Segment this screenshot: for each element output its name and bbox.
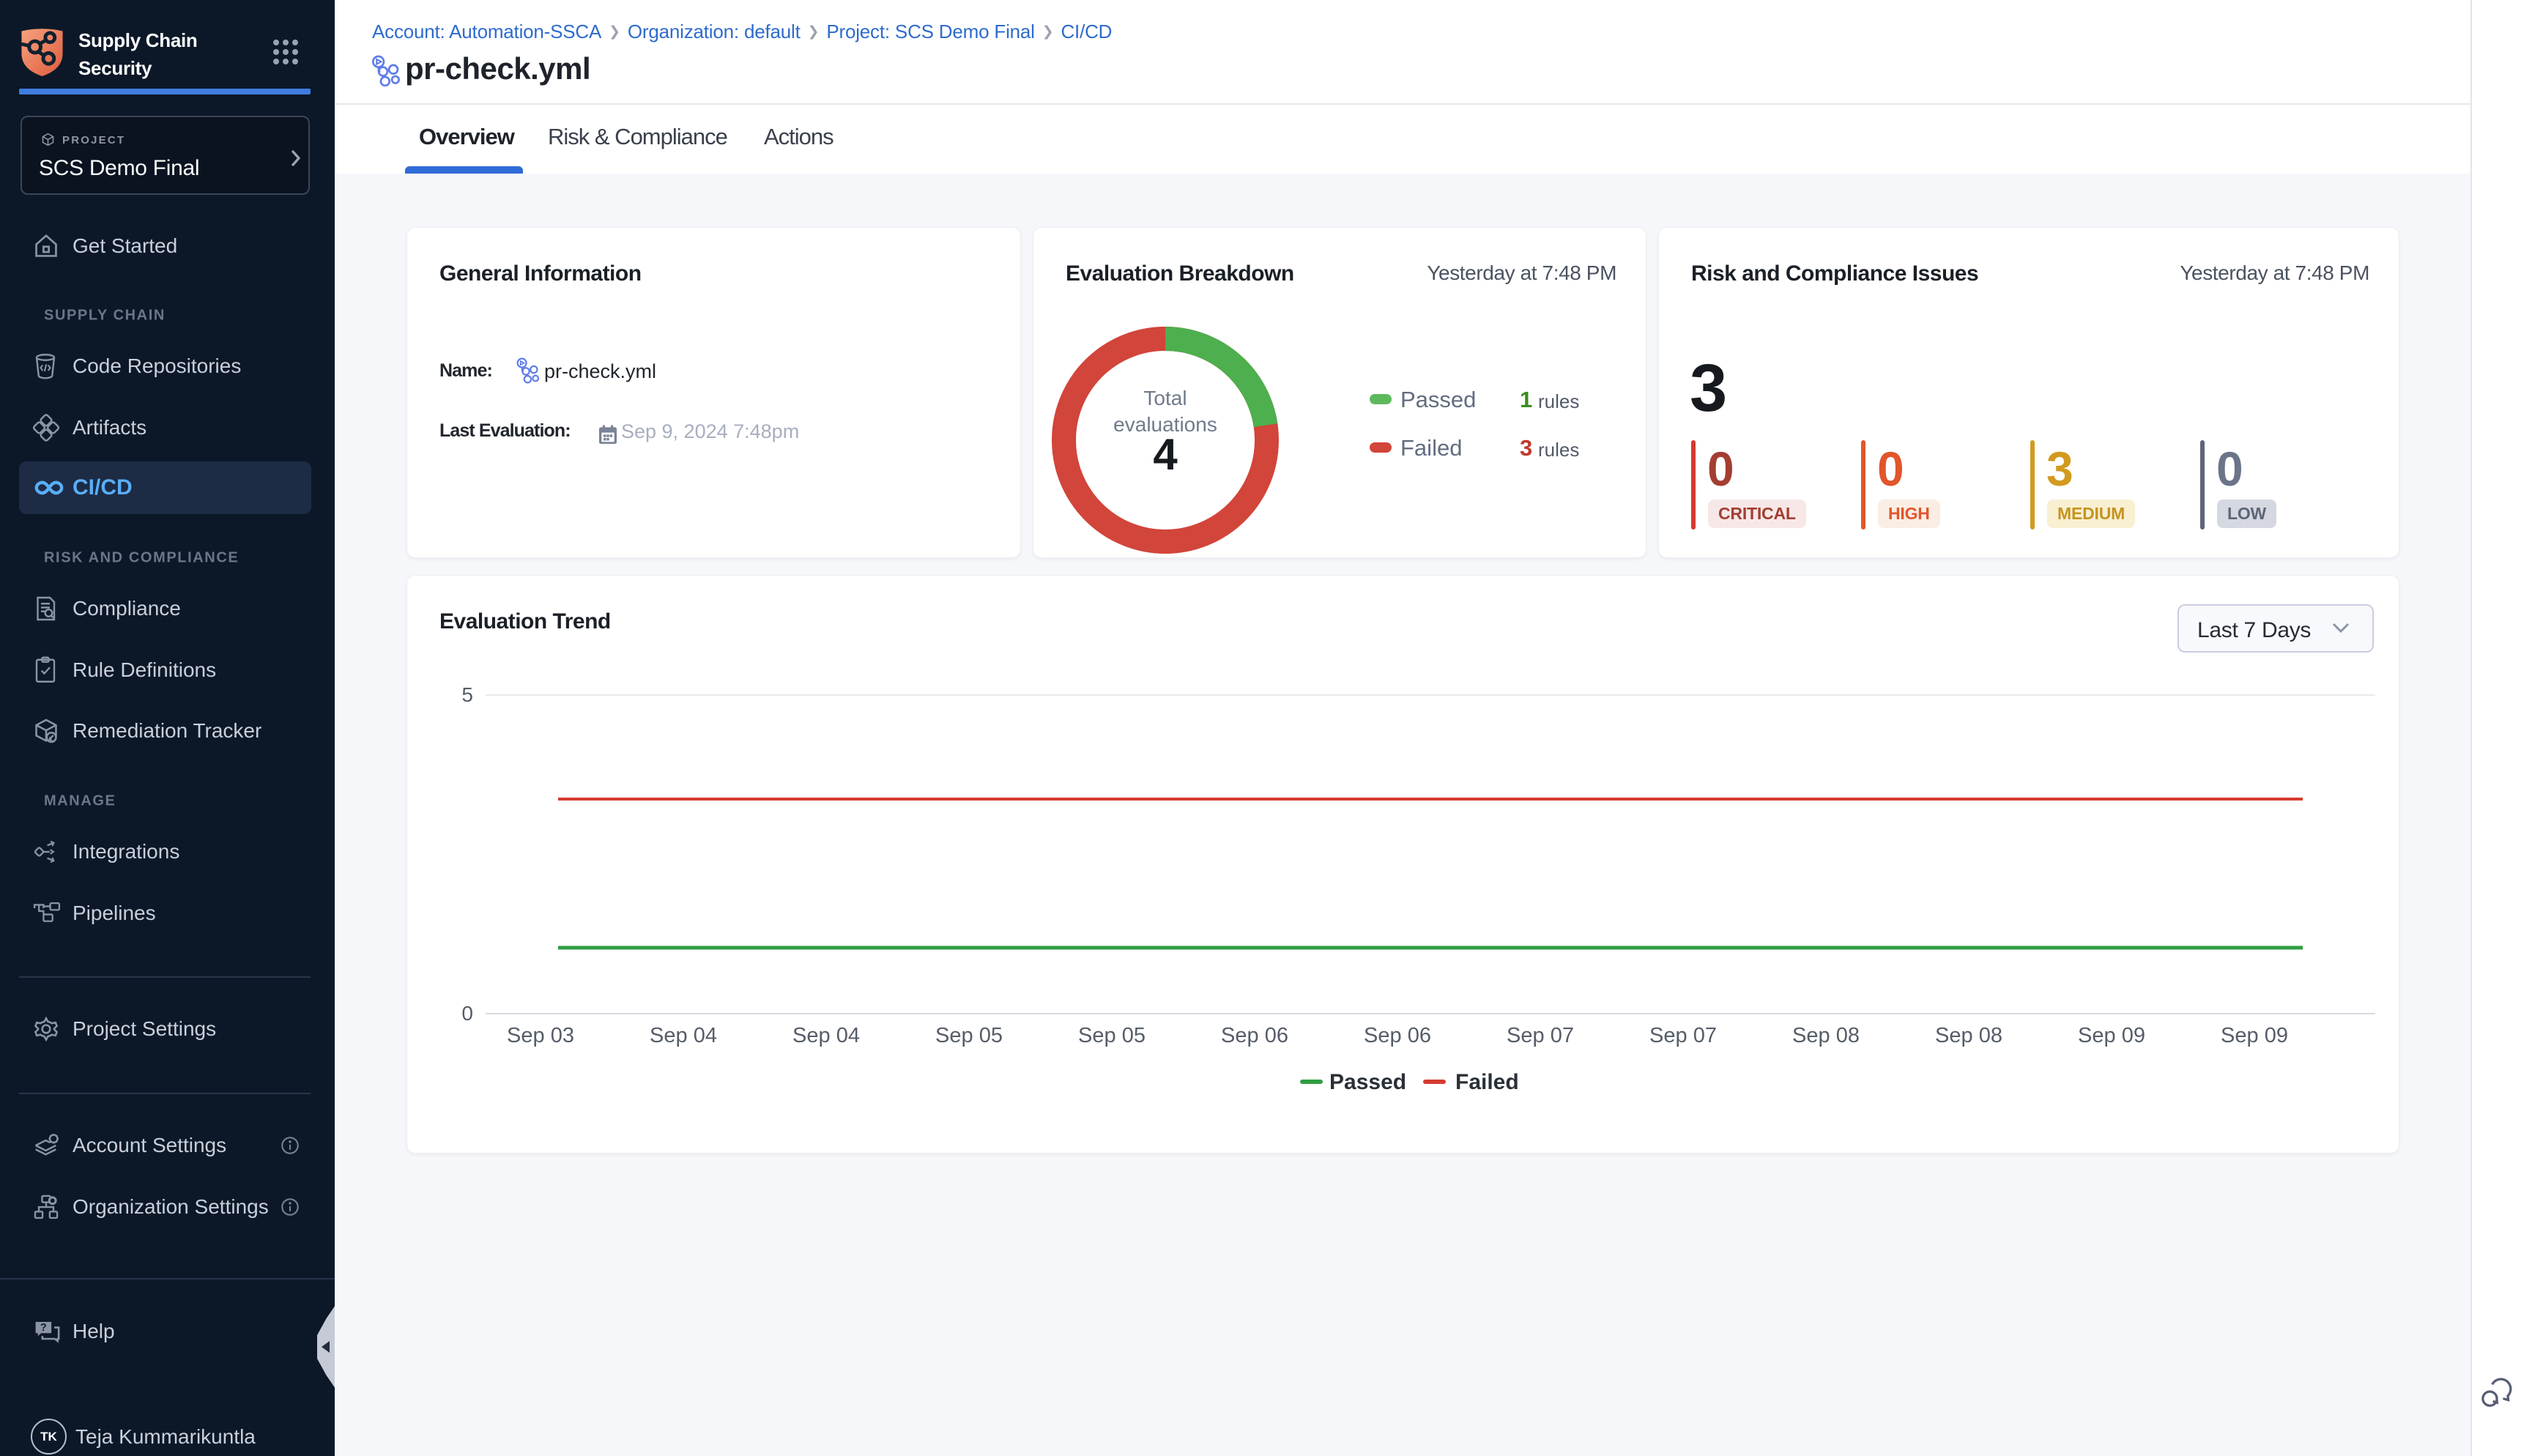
svg-text:Sep 06: Sep 06 bbox=[1364, 1024, 1431, 1047]
svg-text:Sep 09: Sep 09 bbox=[2078, 1024, 2145, 1047]
svg-text:Sep 06: Sep 06 bbox=[1221, 1024, 1288, 1047]
svg-text:5: 5 bbox=[461, 683, 473, 706]
svg-text:Sep 08: Sep 08 bbox=[1792, 1024, 1860, 1047]
svg-text:Passed: Passed bbox=[1329, 1070, 1406, 1094]
svg-text:Sep 08: Sep 08 bbox=[1935, 1024, 2002, 1047]
svg-text:Failed: Failed bbox=[1455, 1070, 1519, 1094]
svg-text:Sep 04: Sep 04 bbox=[792, 1024, 860, 1047]
svg-text:Sep 05: Sep 05 bbox=[1078, 1024, 1146, 1047]
svg-text:0: 0 bbox=[461, 1002, 473, 1025]
svg-text:Sep 09: Sep 09 bbox=[2221, 1024, 2288, 1047]
svg-text:Sep 07: Sep 07 bbox=[1649, 1024, 1717, 1047]
svg-text:Sep 07: Sep 07 bbox=[1507, 1024, 1574, 1047]
svg-text:Sep 05: Sep 05 bbox=[935, 1024, 1003, 1047]
svg-text:Sep 04: Sep 04 bbox=[650, 1024, 717, 1047]
svg-text:Sep 03: Sep 03 bbox=[507, 1024, 574, 1047]
svg-text:?: ? bbox=[40, 1322, 47, 1334]
